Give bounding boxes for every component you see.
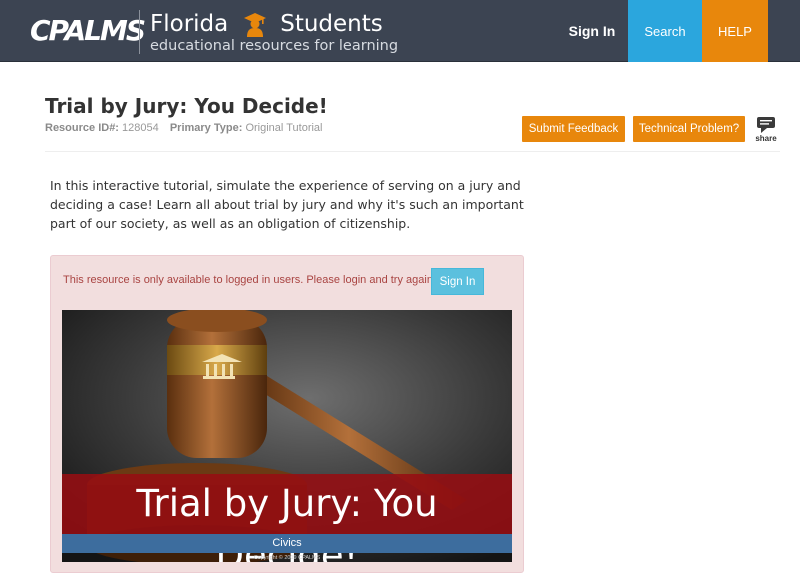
resource-id-label: Resource ID#: [45, 122, 119, 134]
cpalms-logo[interactable]: CPALMS [30, 14, 146, 48]
alert-signin-button[interactable]: Sign In [431, 268, 484, 295]
title-divider [45, 151, 780, 152]
submit-feedback-button[interactable]: Submit Feedback [522, 116, 625, 142]
alert-message: This resource is only available to logge… [63, 274, 436, 286]
nav-help-button[interactable]: HELP [702, 0, 768, 62]
technical-problem-button[interactable]: Technical Problem? [633, 116, 745, 142]
resource-id-value: 128054 [122, 122, 159, 134]
brand-tagline: educational resources for learning [150, 38, 399, 54]
brand-florida: Florida [150, 11, 229, 37]
student-graduate-icon [244, 13, 267, 37]
share-button[interactable]: share [752, 116, 780, 146]
resource-description: In this interactive tutorial, simulate t… [50, 178, 524, 231]
speech-bubble-icon [757, 117, 775, 133]
resource-meta: Resource ID#: 128054 Primary Type: Origi… [45, 121, 323, 135]
primary-type-label: Primary Type: [169, 122, 243, 134]
brand-students: Students [280, 11, 383, 37]
share-label: share [755, 134, 777, 143]
nav-search-button[interactable]: Search [628, 0, 702, 62]
hero-copyright: Copyright © 2019 CPALMS [253, 555, 321, 561]
nav-signin-link[interactable]: Sign In [556, 0, 628, 62]
tutorial-hero-image: Trial by Jury: You Decide! Civics Copyri… [62, 310, 512, 562]
logo-text: CPALMS [30, 14, 146, 47]
primary-type-value: Original Tutorial [245, 122, 323, 134]
page-title: Trial by Jury: You Decide! [45, 94, 328, 118]
site-header: CPALMS Florida Students educational reso… [0, 0, 800, 62]
header-divider [139, 10, 140, 54]
hero-subject: Civics [62, 534, 512, 553]
